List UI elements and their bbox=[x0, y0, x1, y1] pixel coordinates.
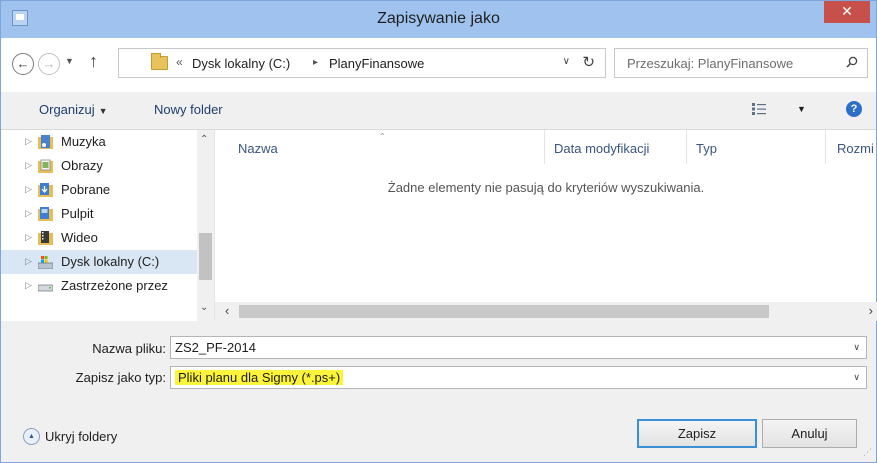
new-folder-button[interactable]: Nowy folder bbox=[154, 102, 223, 117]
sidebar-item-label: Dysk lokalny (C:) bbox=[61, 254, 160, 269]
window-title: Zapisywanie jako bbox=[377, 10, 500, 27]
address-bar[interactable]: « Dysk lokalny (C:) ▸ PlanyFinansowe ∨ ↻ bbox=[118, 48, 606, 78]
expand-icon[interactable]: ▷ bbox=[25, 256, 32, 267]
filename-label: Nazwa pliku: bbox=[92, 341, 166, 356]
search-box[interactable] bbox=[614, 48, 868, 78]
forward-button[interactable]: → bbox=[38, 53, 60, 75]
refresh-icon[interactable]: ↻ bbox=[582, 53, 595, 71]
toolbar: Organizuj ▼ Nowy folder ▼ ? bbox=[1, 92, 876, 130]
title-bar: Zapisywanie jako ✕ bbox=[1, 1, 876, 38]
expand-icon[interactable]: ▷ bbox=[25, 232, 32, 243]
local-disk-icon bbox=[38, 256, 53, 269]
chevron-down-icon[interactable]: ∨ bbox=[853, 342, 860, 353]
chevron-down-icon[interactable]: ∨ bbox=[853, 372, 860, 383]
close-button[interactable]: ✕ bbox=[824, 1, 870, 23]
sidebar-item-local-disk[interactable]: ▷ Dysk lokalny (C:) bbox=[1, 250, 197, 274]
column-header-size[interactable]: Rozmi bbox=[837, 141, 874, 156]
breadcrumb-current-folder[interactable]: PlanyFinansowe bbox=[329, 56, 424, 71]
hide-folders-label: Ukryj foldery bbox=[45, 429, 118, 444]
sidebar-item-downloads[interactable]: ▷ Pobrane bbox=[1, 178, 197, 202]
search-input[interactable] bbox=[615, 49, 835, 77]
filename-field[interactable]: ZS2_PF-2014 ∨ bbox=[170, 336, 867, 359]
address-dropdown-icon[interactable]: ∨ bbox=[563, 56, 570, 67]
video-folder-icon bbox=[38, 231, 53, 245]
filetype-label: Zapisz jako typ: bbox=[75, 370, 166, 385]
horizontal-scrollbar[interactable]: ‹ › bbox=[215, 302, 877, 321]
resize-grip-icon[interactable]: ⋰ bbox=[863, 447, 872, 458]
breadcrumb-separator[interactable]: ▸ bbox=[313, 57, 318, 68]
sidebar-item-label: Obrazy bbox=[61, 158, 103, 173]
desktop-folder-icon bbox=[38, 207, 53, 221]
column-divider[interactable] bbox=[544, 130, 545, 164]
column-divider[interactable] bbox=[686, 130, 687, 164]
sidebar-item-label: Zastrzeżone przez bbox=[61, 278, 168, 293]
navigation-pane: ▷ Muzyka ▷ Obrazy ▷ Pobrane ▷ Pulpit ▷ W… bbox=[1, 130, 214, 321]
sidebar-item-label: Pulpit bbox=[61, 206, 94, 221]
view-dropdown-icon[interactable]: ▼ bbox=[797, 104, 806, 114]
scroll-down-icon[interactable]: ⌄ bbox=[200, 302, 208, 313]
expand-icon[interactable]: ▷ bbox=[25, 136, 32, 147]
sidebar-item-music[interactable]: ▷ Muzyka bbox=[1, 130, 197, 154]
scrollbar-thumb[interactable] bbox=[239, 305, 769, 318]
downloads-folder-icon bbox=[38, 183, 53, 197]
chevron-down-icon: ▼ bbox=[98, 106, 108, 116]
folder-icon bbox=[151, 53, 168, 70]
drive-icon bbox=[38, 284, 53, 292]
recent-locations-icon[interactable]: ▼ bbox=[65, 56, 74, 66]
sidebar-item-label: Muzyka bbox=[61, 134, 106, 149]
save-button[interactable]: Zapisz bbox=[637, 419, 757, 448]
help-icon[interactable]: ? bbox=[846, 101, 862, 117]
column-header-name[interactable]: Nazwa bbox=[238, 141, 278, 156]
search-icon[interactable] bbox=[846, 56, 858, 68]
breadcrumb-local-disk[interactable]: Dysk lokalny (C:) bbox=[192, 56, 290, 71]
sidebar-item-label: Wideo bbox=[61, 230, 98, 245]
sidebar-item-desktop[interactable]: ▷ Pulpit bbox=[1, 202, 197, 226]
filetype-select[interactable]: Pliki planu dla Sigmy (*.ps+) ∨ bbox=[170, 366, 867, 389]
column-header-type[interactable]: Typ bbox=[696, 141, 717, 156]
sort-ascending-icon: ⌃ bbox=[379, 132, 386, 141]
scroll-right-icon[interactable]: › bbox=[869, 303, 873, 318]
back-button[interactable]: ← bbox=[12, 53, 34, 75]
view-options-icon[interactable] bbox=[752, 103, 766, 115]
collapse-icon: ▲ bbox=[23, 428, 40, 445]
address-row: ← → ▼ ↑ « Dysk lokalny (C:) ▸ PlanyFinan… bbox=[1, 38, 876, 92]
sidebar-item-video[interactable]: ▷ Wideo bbox=[1, 226, 197, 250]
column-divider[interactable] bbox=[825, 130, 826, 164]
save-as-dialog: Zapisywanie jako ✕ ← → ▼ ↑ « Dysk lokaln… bbox=[0, 0, 877, 463]
expand-icon[interactable]: ▷ bbox=[25, 280, 32, 291]
sidebar-item-pictures[interactable]: ▷ Obrazy bbox=[1, 154, 197, 178]
cancel-button[interactable]: Anuluj bbox=[762, 419, 857, 448]
column-header-date[interactable]: Data modyfikacji bbox=[554, 141, 649, 156]
music-folder-icon bbox=[38, 135, 53, 149]
scroll-left-icon[interactable]: ‹ bbox=[225, 303, 229, 318]
up-arrow-icon[interactable]: ↑ bbox=[89, 51, 98, 72]
expand-icon[interactable]: ▷ bbox=[25, 184, 32, 195]
empty-state-message: Żadne elementy nie pasują do kryteriów w… bbox=[387, 180, 705, 195]
filename-value[interactable]: ZS2_PF-2014 bbox=[175, 340, 256, 355]
sidebar-item-label: Pobrane bbox=[61, 182, 111, 197]
expand-icon[interactable]: ▷ bbox=[25, 160, 32, 171]
scrollbar-thumb[interactable] bbox=[199, 233, 212, 280]
navigation-scrollbar[interactable]: ⌃ ⌄ bbox=[197, 130, 214, 321]
file-list: ⌃ Nazwa Data modyfikacji Typ Rozmi Żadne… bbox=[214, 130, 877, 321]
filetype-value[interactable]: Pliki planu dla Sigmy (*.ps+) bbox=[175, 370, 344, 385]
expand-icon[interactable]: ▷ bbox=[25, 208, 32, 219]
scroll-up-icon[interactable]: ⌃ bbox=[200, 134, 208, 145]
organize-label: Organizuj bbox=[39, 102, 95, 117]
organize-button[interactable]: Organizuj ▼ bbox=[39, 102, 108, 117]
sidebar-item-reserved-drive[interactable]: ▷ Zastrzeżone przez bbox=[1, 274, 197, 298]
pictures-folder-icon bbox=[38, 159, 53, 173]
breadcrumb-overflow[interactable]: « bbox=[176, 55, 183, 69]
